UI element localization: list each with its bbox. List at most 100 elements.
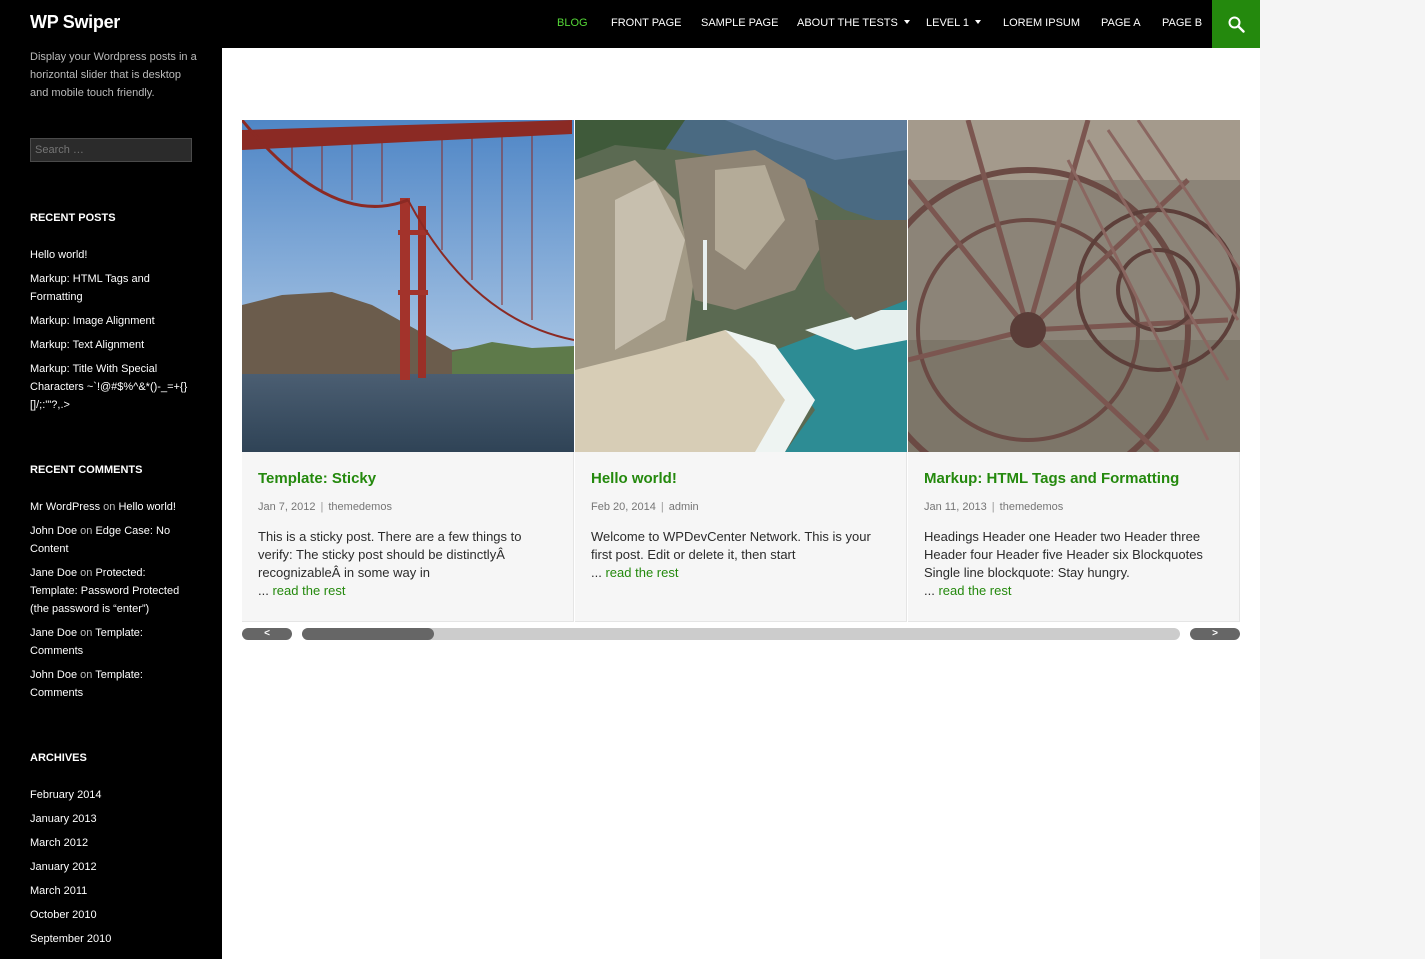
- comment-on-text: on: [80, 627, 93, 639]
- nav-item-page-b[interactable]: PAGE B: [1162, 17, 1202, 29]
- post-title-link[interactable]: Template: Sticky: [258, 470, 376, 487]
- recent-posts-title: RECENT POSTS: [30, 212, 116, 224]
- read-more-link[interactable]: read the rest: [605, 565, 678, 580]
- nav-label: SAMPLE PAGE: [701, 17, 779, 29]
- nav-item-sample-page[interactable]: SAMPLE PAGE: [701, 17, 778, 29]
- post-date[interactable]: Jan 11, 2013: [924, 501, 987, 513]
- nav-label: BLOG: [557, 17, 588, 29]
- search-input[interactable]: [30, 138, 192, 162]
- archive-link[interactable]: March 2011: [30, 882, 195, 900]
- nav-item-front-page[interactable]: FRONT PAGE: [611, 17, 682, 29]
- recent-post-link[interactable]: Markup: Title With Special Characters ~`…: [30, 360, 195, 414]
- slider-prev-button[interactable]: <: [242, 628, 292, 640]
- recent-comment: John Doe on Template: Comments: [30, 666, 195, 702]
- site-header: WP Swiper BLOG FRONT PAGE SAMPLE PAGE AB…: [0, 0, 1260, 48]
- nav-label: PAGE B: [1162, 17, 1203, 29]
- slide-card: Template: Sticky Jan 7, 2012 | themedemos …: [242, 120, 574, 622]
- coastal-waterfall-beach-photo[interactable]: [575, 120, 907, 452]
- archive-link[interactable]: February 2014: [30, 786, 195, 804]
- nav-item-about-the-tests[interactable]: ABOUT THE TESTS: [797, 17, 910, 29]
- recent-post-link[interactable]: Markup: Text Alignment: [30, 336, 195, 354]
- read-more-link[interactable]: read the rest: [272, 583, 345, 598]
- slide-card: Hello world! Feb 20, 2014 | admin Welcome …: [575, 120, 907, 622]
- post-excerpt-text: Headings Header one Header two Header th…: [924, 529, 1203, 580]
- read-more-link[interactable]: read the rest: [938, 583, 1011, 598]
- nav-item-level-1[interactable]: LEVEL 1: [926, 17, 982, 29]
- comment-author[interactable]: Jane Doe: [30, 627, 77, 639]
- comment-author[interactable]: Mr WordPress: [30, 501, 100, 513]
- page-background-right: [1260, 0, 1425, 959]
- recent-comments-title: RECENT COMMENTS: [30, 464, 143, 476]
- post-excerpt: Welcome to WPDevCenter Network. This is …: [591, 528, 891, 582]
- search-toggle-button[interactable]: [1212, 0, 1260, 48]
- golden-gate-bridge-photo[interactable]: [242, 120, 574, 452]
- post-author[interactable]: themedemos: [1000, 501, 1064, 513]
- archive-link[interactable]: March 2012: [30, 834, 195, 852]
- archive-link[interactable]: October 2010: [30, 906, 195, 924]
- read-more: ... read the rest: [258, 582, 558, 600]
- nav-item-page-a[interactable]: PAGE A: [1101, 17, 1141, 29]
- comment-post-link[interactable]: Hello world!: [118, 501, 175, 513]
- recent-comments-list: Mr WordPress on Hello world! John Doe on…: [30, 498, 195, 708]
- archive-link[interactable]: January 2013: [30, 810, 195, 828]
- comment-author[interactable]: John Doe: [30, 669, 77, 681]
- comment-on-text: on: [80, 567, 93, 579]
- ellipsis: ...: [924, 583, 935, 598]
- slider-next-button[interactable]: >: [1190, 628, 1240, 640]
- site-tagline: Display your Wordpress posts in a horizo…: [30, 51, 197, 99]
- nav-item-blog[interactable]: BLOG: [557, 17, 588, 29]
- post-author[interactable]: themedemos: [328, 501, 392, 513]
- comment-author[interactable]: John Doe: [30, 525, 77, 537]
- archive-link[interactable]: January 2012: [30, 858, 195, 876]
- ellipsis: ...: [591, 565, 602, 580]
- meta-separator: |: [320, 501, 324, 513]
- meta-separator: |: [660, 501, 664, 513]
- post-excerpt-text: This is a sticky post. There are a few t…: [258, 529, 522, 580]
- rusty-wheels-photo[interactable]: [908, 120, 1240, 452]
- read-more: ... read the rest: [924, 582, 1224, 600]
- archives-title: ARCHIVES: [30, 752, 87, 764]
- recent-post-link[interactable]: Markup: Image Alignment: [30, 312, 195, 330]
- comment-author[interactable]: Jane Doe: [30, 567, 77, 579]
- nav-label: LOREM IPSUM: [1003, 17, 1081, 29]
- comment-on-text: on: [80, 669, 93, 681]
- post-author[interactable]: admin: [669, 501, 699, 513]
- nav-label: ABOUT THE TESTS: [797, 17, 898, 29]
- site-title[interactable]: WP Swiper: [30, 12, 120, 33]
- meta-separator: |: [991, 501, 995, 513]
- recent-posts-list: Hello world! Markup: HTML Tags and Forma…: [30, 246, 195, 420]
- search-icon: [1228, 16, 1245, 33]
- ellipsis: ...: [258, 583, 269, 598]
- post-excerpt: Headings Header one Header two Header th…: [924, 528, 1224, 600]
- recent-comment: John Doe on Edge Case: No Content: [30, 522, 195, 558]
- post-meta: Feb 20, 2014 | admin: [591, 501, 699, 513]
- caret-down-icon: [903, 20, 910, 24]
- post-excerpt-text: Welcome to WPDevCenter Network. This is …: [591, 529, 871, 562]
- comment-on-text: on: [80, 525, 93, 537]
- nav-item-lorem-ipsum[interactable]: LOREM IPSUM: [1003, 17, 1080, 29]
- comment-on-text: on: [103, 501, 116, 513]
- nav-label: LEVEL 1: [926, 17, 970, 29]
- post-meta: Jan 11, 2013 | themedemos: [924, 501, 1063, 513]
- recent-post-link[interactable]: Markup: HTML Tags and Formatting: [30, 270, 195, 306]
- caret-down-icon: [975, 20, 982, 24]
- post-title-link[interactable]: Markup: HTML Tags and Formatting: [924, 470, 1179, 487]
- recent-comment: Jane Doe on Template: Comments: [30, 624, 195, 660]
- read-more: ... read the rest: [591, 564, 891, 582]
- archives-list: February 2014 January 2013 March 2012 Ja…: [30, 786, 195, 954]
- post-title-link[interactable]: Hello world!: [591, 470, 677, 487]
- recent-comment: Jane Doe on Protected: Template: Passwor…: [30, 564, 195, 618]
- recent-post-link[interactable]: Hello world!: [30, 246, 195, 264]
- post-slider[interactable]: Template: Sticky Jan 7, 2012 | themedemos …: [242, 120, 1240, 622]
- recent-comment: Mr WordPress on Hello world!: [30, 498, 195, 516]
- post-date[interactable]: Feb 20, 2014: [591, 501, 656, 513]
- sidebar: Display your Wordpress posts in a horizo…: [0, 48, 222, 959]
- slide-card: Markup: HTML Tags and Formatting Jan 11,…: [908, 120, 1240, 622]
- post-meta: Jan 7, 2012 | themedemos: [258, 501, 392, 513]
- slider-scrollbar-track[interactable]: [302, 628, 1180, 640]
- nav-label: FRONT PAGE: [611, 17, 682, 29]
- archive-link[interactable]: September 2010: [30, 930, 195, 948]
- post-date[interactable]: Jan 7, 2012: [258, 501, 316, 513]
- slider-scrollbar-thumb[interactable]: [302, 628, 434, 640]
- post-excerpt: This is a sticky post. There are a few t…: [258, 528, 558, 600]
